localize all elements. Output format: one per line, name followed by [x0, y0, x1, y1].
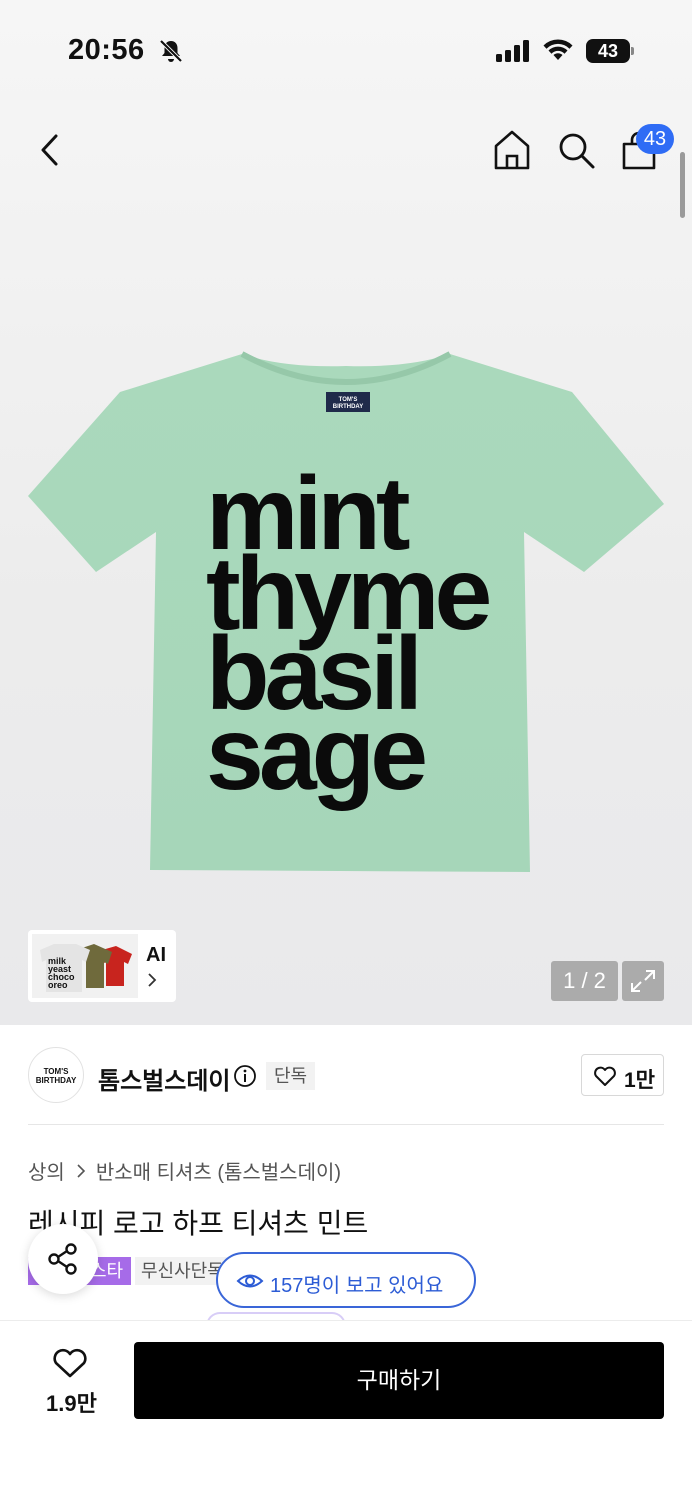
share-icon	[48, 1243, 77, 1275]
breadcrumb-subcategory[interactable]: 반소매 티셔츠 (톰스벌스데이)	[96, 1156, 341, 1185]
home-icon[interactable]	[492, 128, 532, 172]
exclusive-badge: 단독	[266, 1062, 316, 1090]
svg-text:BIRTHDAY: BIRTHDAY	[333, 404, 363, 410]
viewers-count-pill: 157명이 보고 있어요	[216, 1252, 476, 1308]
shirt-print-text: mint thyme basil sage	[206, 462, 492, 812]
status-time: 20:56	[68, 34, 145, 66]
breadcrumb: 상의 반소매 티셔츠 (톰스벌스데이)	[28, 1156, 341, 1185]
svg-text:TOM'S: TOM'S	[339, 397, 358, 403]
divider	[28, 1124, 664, 1125]
expand-image-button[interactable]	[622, 961, 664, 1001]
eye-icon	[236, 1274, 264, 1288]
wifi-icon	[543, 39, 573, 60]
buy-button[interactable]: 구매하기	[134, 1342, 664, 1419]
image-page-indicator: 1 / 2	[551, 961, 618, 1001]
shirt-line: sage	[206, 696, 428, 812]
share-button[interactable]	[28, 1224, 98, 1294]
info-icon[interactable]	[233, 1064, 257, 1088]
scrollbar-thumb	[680, 152, 685, 218]
status-bar: 20:56 43	[0, 0, 692, 100]
battery-level: 43	[586, 39, 630, 63]
battery-icon: 43	[586, 39, 634, 63]
color-variants-thumbnail: milk yeast choco oreo	[32, 934, 138, 998]
expand-icon	[631, 970, 655, 992]
search-icon[interactable]	[556, 130, 596, 170]
back-arrow-icon[interactable]	[32, 128, 68, 172]
chevron-right-icon	[77, 1163, 85, 1178]
viewers-text: 157명이 보고 있어요	[270, 1275, 444, 1297]
wishlist-heart-icon[interactable]	[52, 1347, 88, 1379]
cart-count-badge: 43	[636, 124, 674, 154]
heart-icon	[594, 1066, 616, 1086]
ai-thumbnail-card[interactable]: milk yeast choco oreo AI	[28, 930, 176, 1002]
breadcrumb-category[interactable]: 상의	[28, 1156, 65, 1185]
brand-like-count: 1만	[624, 1069, 655, 1092]
brand-name[interactable]: 톰스벌스데이	[98, 1061, 230, 1096]
brand-logo-text: TOM'S BIRTHDAY	[35, 1067, 77, 1085]
brand-like-button[interactable]: 1만	[581, 1054, 664, 1096]
svg-text:oreo: oreo	[48, 980, 68, 990]
ai-label: AI	[146, 944, 166, 966]
wishlist-count: 1.9만	[46, 1391, 97, 1416]
cellular-signal-icon	[496, 40, 529, 62]
brand-logo[interactable]: TOM'S BIRTHDAY	[28, 1047, 84, 1103]
bell-off-icon	[159, 39, 183, 63]
chevron-right-icon	[148, 973, 157, 987]
